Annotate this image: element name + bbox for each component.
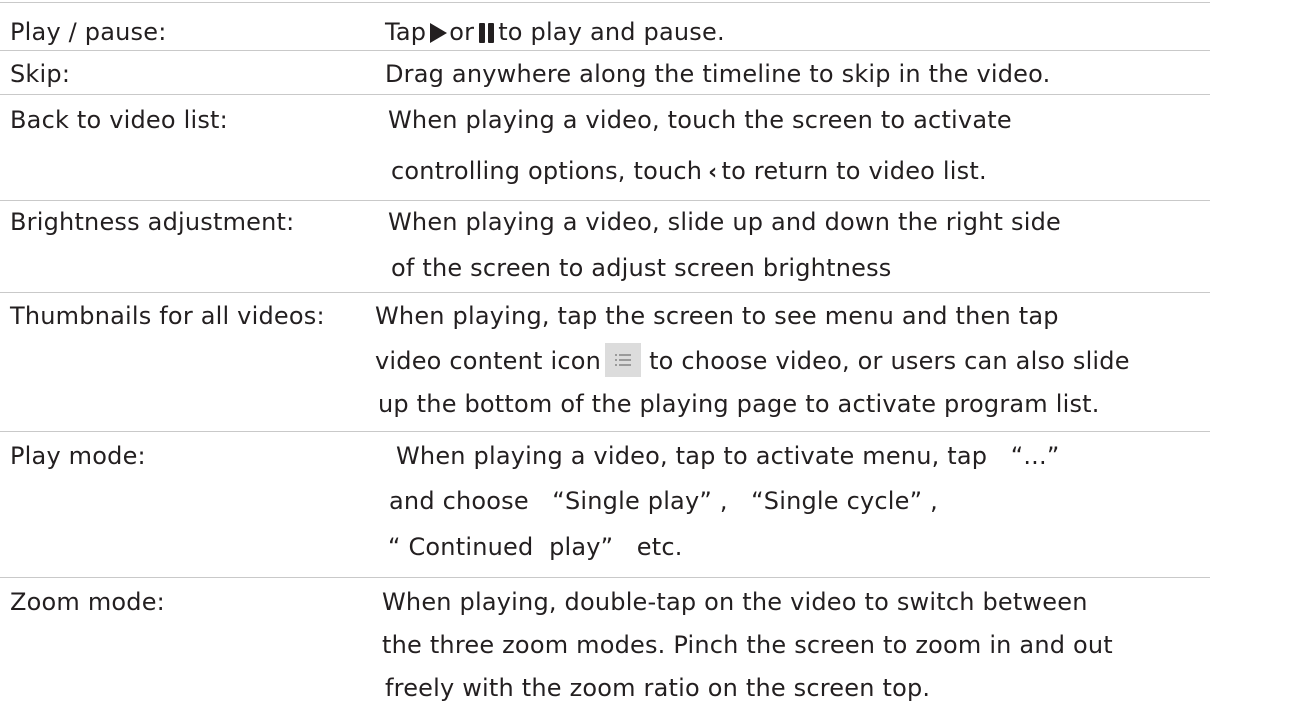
row-divider (0, 2, 1210, 3)
row-description: When playing, double-tap on the video to… (382, 582, 1113, 708)
back-chevron-icon: ‹ (708, 160, 718, 185)
row-divider (0, 431, 1210, 432)
row-description: Tap or to play and pause. (385, 12, 725, 52)
description-text: to return to video list. (721, 157, 987, 185)
description-text: controlling options, touch (391, 157, 703, 185)
video-controls-table: Play / pause: Tap or to play and pause. Sk… (0, 0, 1301, 714)
description-line: When playing a video, slide up and down … (388, 208, 1061, 236)
row-divider (0, 292, 1210, 293)
description-line: freely with the zoom ratio on the screen… (385, 674, 931, 702)
description-text: or (449, 18, 475, 46)
description-line: up the bottom of the playing page to act… (378, 390, 1100, 418)
row-label: Play / pause: (10, 18, 167, 46)
description-text: Tap (385, 18, 427, 46)
play-icon (430, 23, 448, 43)
description-line: “ Continued play” etc. (388, 533, 683, 561)
description-text: to choose video, or users can also slide (649, 347, 1130, 375)
description-text: to play and pause. (498, 18, 725, 46)
description-line: video content icon to choose video, or u… (375, 341, 1130, 381)
description-line: and choose “Single play” , “Single cycle… (389, 487, 938, 515)
pause-icon (478, 23, 496, 43)
description-line: Tap or to play and pause. (385, 12, 725, 52)
description-line: the three zoom modes. Pinch the screen t… (382, 631, 1113, 659)
description-line: of the screen to adjust screen brightnes… (391, 254, 892, 282)
row-label: Brightness adjustment: (10, 208, 295, 236)
row-label: Back to video list: (10, 106, 228, 134)
row-label: Zoom mode: (10, 588, 165, 616)
row-divider (0, 94, 1210, 95)
row-divider (0, 577, 1210, 578)
description-text: video content icon (375, 347, 602, 375)
row-description: When playing a video, tap to activate me… (388, 436, 1060, 567)
row-description: When playing, tap the screen to see menu… (375, 296, 1130, 424)
list-icon (605, 343, 642, 377)
row-description: When playing a video, slide up and down … (388, 202, 1061, 288)
description-line: Drag anywhere along the timeline to skip… (385, 60, 1051, 88)
description-line: controlling options, touch ‹ to return to … (391, 151, 1015, 193)
description-line: When playing a video, tap to activate me… (396, 442, 1060, 470)
row-label: Skip: (10, 60, 71, 88)
row-description: Drag anywhere along the timeline to skip… (385, 54, 1050, 94)
description-line: When playing, double-tap on the video to… (382, 588, 1088, 616)
description-line: When playing, tap the screen to see menu… (375, 302, 1059, 330)
row-label: Thumbnails for all videos: (10, 302, 325, 330)
row-label: Play mode: (10, 442, 146, 470)
row-divider (0, 200, 1210, 201)
row-description: When playing a video, touch the screen t… (388, 100, 1012, 193)
description-line: When playing a video, touch the screen t… (388, 106, 1012, 134)
